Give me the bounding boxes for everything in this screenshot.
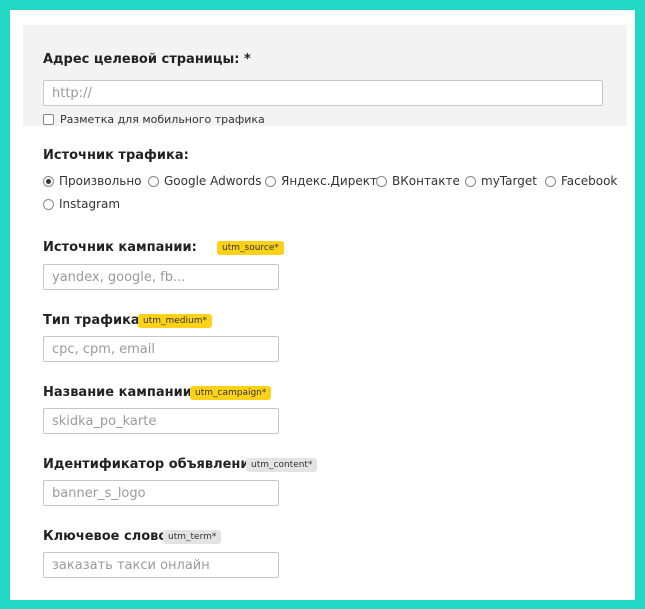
mobile-checkbox-row[interactable]: Разметка для мобильного трафика [43,113,265,126]
ad-id-input[interactable] [43,480,279,506]
radio-button-checked[interactable] [43,175,54,187]
url-input[interactable] [43,80,603,106]
radio-option-facebook[interactable]: Facebook [545,174,617,188]
keyword-label: Ключевое слово: [43,529,173,544]
radio-button[interactable] [43,198,54,210]
mobile-checkbox-label: Разметка для мобильного трафика [60,113,265,126]
campaign-source-label: Источник кампании: [43,240,197,255]
utm-content-badge: utm_content* [246,458,318,472]
radio-label: myTarget [481,174,537,188]
radio-label: Facebook [561,174,618,188]
campaign-source-input[interactable] [43,264,279,290]
radio-option-yandex-direct[interactable]: Яндекс.Директ [265,174,377,188]
radio-button[interactable] [465,175,476,187]
form-panel: Адрес целевой страницы: * Разметка для м… [10,10,635,600]
utm-medium-badge: utm_medium* [138,314,212,328]
radio-option-instagram[interactable]: Instagram [43,197,120,211]
radio-option-mytarget[interactable]: myTarget [465,174,537,188]
radio-option-google-adwords[interactable]: Google Adwords [148,174,262,188]
radio-button[interactable] [545,175,556,187]
radio-label: Яндекс.Директ [281,174,377,188]
radio-button[interactable] [376,175,387,187]
radio-label: Instagram [59,197,121,211]
utm-source-badge: utm_source* [217,241,284,255]
traffic-source-label: Источник трафика: [43,148,189,163]
radio-option-arbitrary[interactable]: Произвольно [43,174,142,188]
radio-option-vkontakte[interactable]: ВКонтакте [376,174,460,188]
url-section: Адрес целевой страницы: * Разметка для м… [23,25,627,126]
radio-label: Произвольно [59,174,142,188]
ad-id-label: Идентификатор объявления: [43,457,264,472]
radio-label: ВКонтакте [392,174,460,188]
mobile-checkbox[interactable] [43,114,54,125]
traffic-type-input[interactable] [43,336,279,362]
campaign-name-input[interactable] [43,408,279,434]
radio-button[interactable] [265,175,276,187]
utm-campaign-badge: utm_campaign* [190,386,272,400]
traffic-type-label: Тип трафика: [43,313,145,328]
url-label: Адрес целевой страницы: * [43,52,251,67]
keyword-input[interactable] [43,552,279,578]
utm-term-badge: utm_term* [163,530,222,544]
campaign-name-label: Название кампании: [43,385,198,400]
radio-label: Google Adwords [164,174,262,188]
radio-button[interactable] [148,175,159,187]
